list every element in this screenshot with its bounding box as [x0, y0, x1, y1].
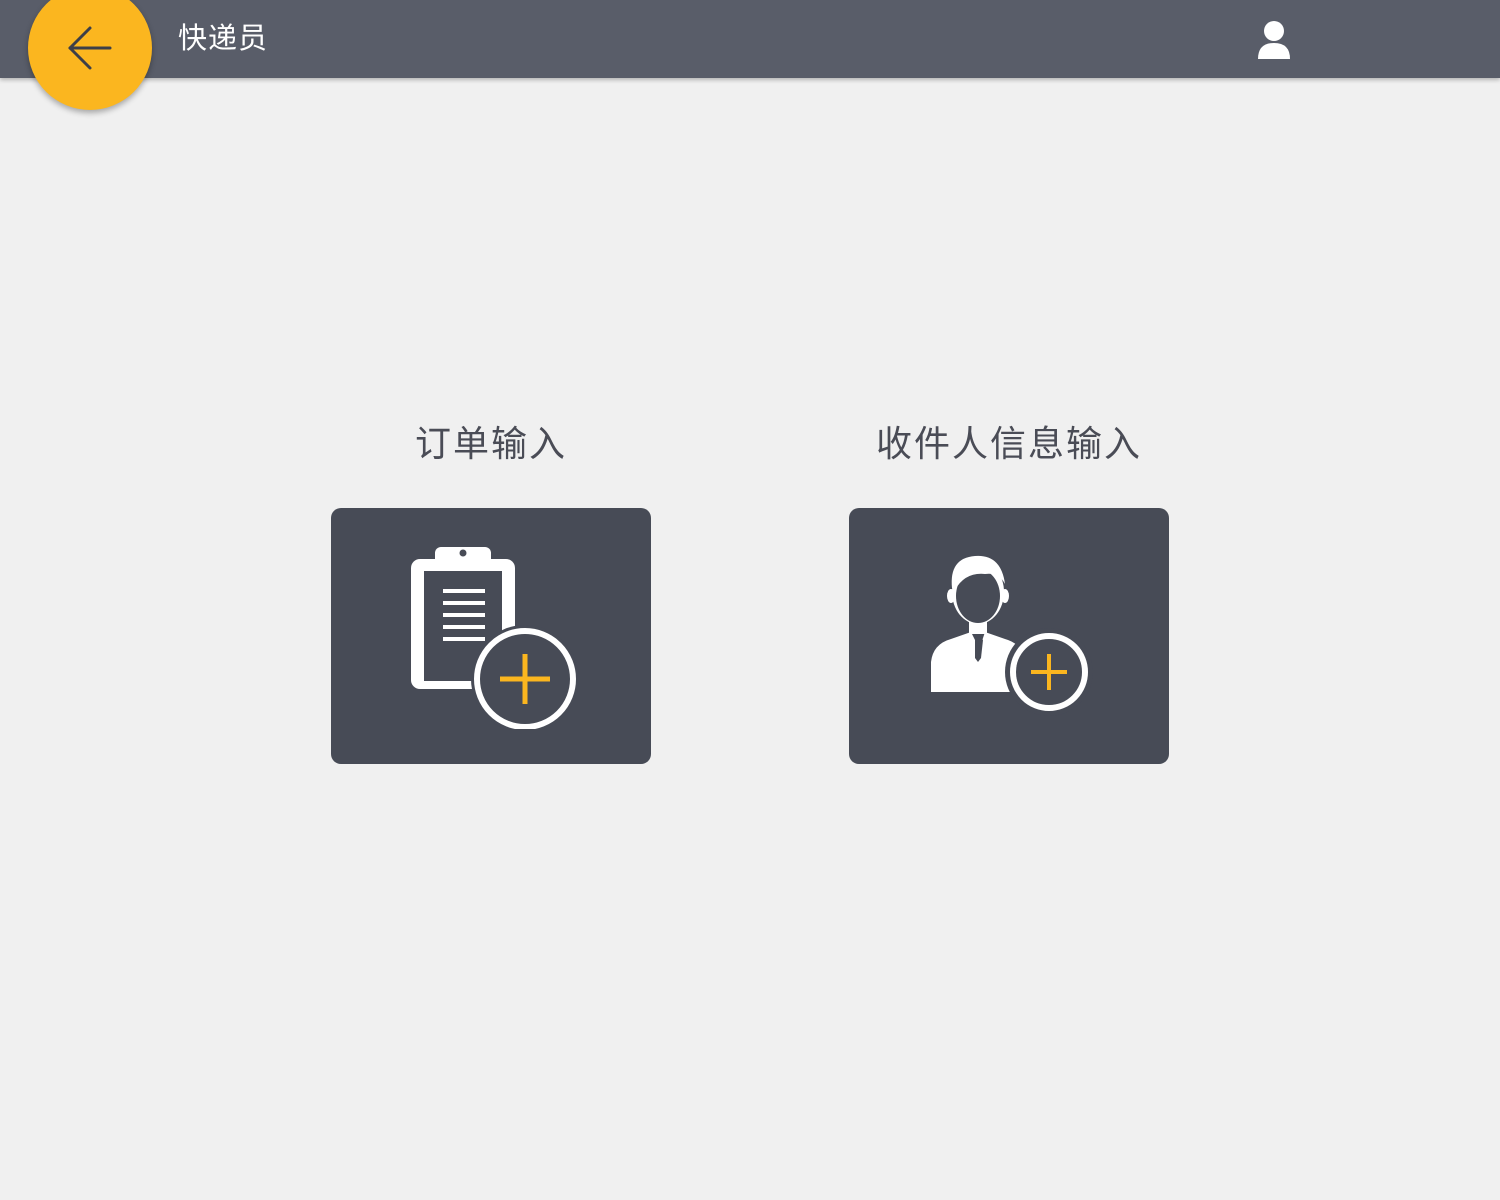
top-app-bar: 快递员	[0, 0, 1500, 78]
order-input-button[interactable]	[331, 508, 651, 764]
recipient-input-group: 收件人信息输入	[849, 418, 1169, 764]
arrow-left-icon	[62, 20, 118, 76]
recipient-input-label: 收件人信息输入	[875, 424, 1142, 465]
back-button[interactable]	[28, 0, 152, 110]
user-icon[interactable]	[1256, 19, 1292, 61]
clipboard-add-icon	[401, 539, 581, 733]
order-input-group: 订单输入	[331, 418, 651, 764]
recipient-input-button[interactable]	[849, 508, 1169, 764]
order-input-label: 订单输入	[414, 424, 567, 465]
page-title: 快递员	[178, 21, 269, 55]
person-add-icon	[919, 544, 1099, 728]
